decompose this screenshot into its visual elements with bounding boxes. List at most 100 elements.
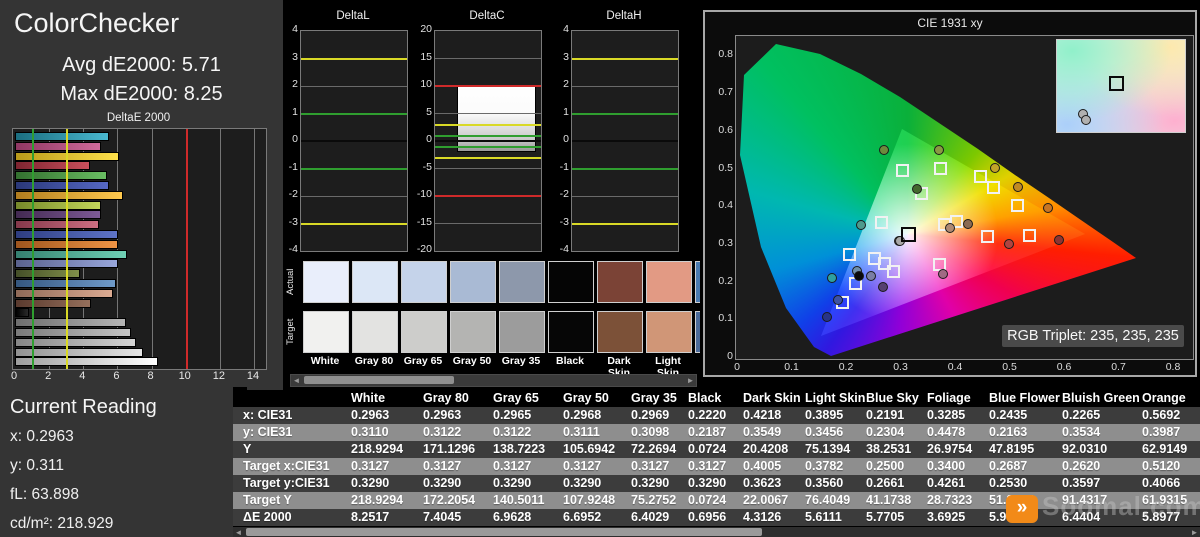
table-cell: 0.2969 (631, 408, 670, 422)
cie-target-square-marker (981, 229, 995, 243)
cie-y-tick-label: 0.4 (718, 199, 733, 212)
table-cell: 0.3127 (423, 459, 462, 473)
y-tick-label: -2 (559, 188, 569, 200)
table-header-cell: Dark Skin (743, 391, 801, 405)
table-cell: 0.5120 (1142, 459, 1181, 473)
cie-measured-circle-marker (826, 273, 837, 284)
target-swatch-0 (303, 311, 349, 353)
table-cell: 0.3456 (805, 425, 844, 439)
cie-x-tick-label: 0.5 (1002, 361, 1017, 373)
table-cell: 0.2968 (563, 408, 602, 422)
de-bar-cyan (15, 132, 110, 141)
table-cell: 0.3290 (631, 476, 670, 490)
table-cell: 8.2517 (351, 510, 390, 524)
cie-measured-circle-marker (934, 144, 945, 155)
cie-y-tick-label: 0.6 (718, 123, 733, 136)
scroll-right-arrow-icon[interactable]: ► (1189, 527, 1200, 537)
x-tick-label: 6 (113, 370, 120, 382)
table-cell: 5.9422 (989, 510, 1028, 524)
table-scrollbar[interactable]: ◄ ► (233, 527, 1200, 537)
target-swatch-1 (352, 311, 398, 353)
cie-y-tick-label: 0.7 (718, 86, 733, 99)
table-cell: 218.9294 (351, 493, 404, 507)
ref-line (435, 123, 541, 126)
table-cell: 0.4066 (1142, 476, 1181, 490)
table-cell: 0.3127 (351, 459, 390, 473)
x-tick-label: 8 (147, 370, 154, 382)
de-bar-green (15, 171, 108, 181)
ref-line-10 (185, 129, 188, 369)
table-cell: 3.6925 (927, 510, 966, 524)
ref-line (572, 167, 678, 170)
table-cell: 140.5011 (493, 493, 545, 507)
scroll-left-arrow-icon[interactable]: ◄ (291, 375, 302, 386)
cie-y-tick-label: 0.2 (718, 274, 733, 287)
table-cell: 0.3290 (423, 476, 462, 490)
swatch-column-label: Gray 80 (354, 355, 394, 367)
y-tick-label: -4 (559, 243, 569, 255)
table-cell: 0.2500 (866, 459, 905, 473)
scroll-right-arrow-icon[interactable]: ► (685, 375, 696, 386)
de-bar-gray-80 (15, 347, 144, 357)
de-bar-light-skin (15, 288, 113, 298)
cie-target-square-marker (874, 216, 888, 230)
swatch-column-label: Gray 65 (403, 355, 443, 367)
de-bar-magenta (15, 141, 101, 151)
table-cell: 0.2163 (989, 425, 1028, 439)
cie-target-square-marker (843, 247, 857, 261)
ref-line (572, 140, 678, 142)
table-cell: 51.2094 (989, 493, 1035, 507)
cie-x-tick-label: 0 (734, 361, 740, 373)
ref-line (435, 113, 541, 114)
cie-1931-panel: CIE 1931 xy RGB Triplet: 235, 235, 235 0… (703, 10, 1197, 377)
table-cell: 41.1738 (866, 493, 912, 507)
table-cell: 0.2963 (423, 408, 462, 422)
cie-x-tick-label: 0.8 (1165, 361, 1181, 373)
table-cell: 26.9754 (927, 442, 973, 456)
table-cell: 0.3597 (1062, 476, 1101, 490)
actual-swatch-8 (695, 261, 700, 303)
table-header-cell: Orange (1142, 391, 1186, 405)
y-tick-label: 5 (426, 105, 432, 118)
max-de2000-label: Max dE2000: 8.25 (60, 83, 223, 105)
table-cell: 0.2620 (1062, 459, 1101, 473)
scroll-left-arrow-icon[interactable]: ◄ (233, 527, 244, 537)
ref-line (572, 112, 678, 115)
actual-swatch-4 (499, 261, 545, 303)
table-cell: 0.2187 (688, 425, 727, 439)
swatch-scrollbar[interactable]: ◄ ► (290, 374, 697, 387)
table-cell: 6.4029 (631, 510, 670, 524)
table-cell: 4.3126 (743, 510, 782, 524)
current-reading-line: fL: 63.898 (10, 486, 79, 503)
y-tick-label: 3 (292, 50, 298, 63)
cie-y-tick-label: 0.1 (718, 312, 733, 325)
x-tick-label: 4 (79, 370, 86, 382)
de-bar-white (15, 357, 158, 367)
cie-y-tick-label: 0.8 (718, 48, 733, 61)
measurement-table: White Gray 80 Gray 65 Gray 50 Gray 35 Black Da… (233, 390, 1200, 537)
mini-chart-title: DeltaC (469, 10, 505, 22)
ref-line (572, 222, 678, 225)
swatch-scrollbar-thumb[interactable] (304, 376, 454, 384)
table-cell: 0.3111 (563, 425, 600, 439)
table-header-cell: Light Skin (805, 391, 866, 405)
table-header-cell: Gray 35 (631, 391, 677, 405)
table-row: Target y:CIE31 0.3290 0.3290 0.3290 0.3290 0.… (233, 475, 1200, 492)
table-cell: 0.3560 (805, 476, 844, 490)
table-row: Y 218.9294 171.1296 138.7223 105.6942 72.2694… (233, 441, 1200, 458)
table-cell: 0.2191 (866, 408, 905, 422)
target-swatch-8 (695, 311, 700, 353)
ref-line (301, 57, 407, 60)
table-scrollbar-thumb[interactable] (246, 528, 762, 536)
table-row-label: Target Y (243, 493, 292, 507)
cie-measured-circle-marker (821, 311, 832, 322)
cie-chart-title: CIE 1931 xy (917, 16, 983, 30)
cie-x-tick-label: 0.6 (1056, 361, 1072, 373)
ref-line (572, 85, 678, 87)
table-row-label: ΔE 2000 (243, 510, 292, 524)
cie-target-square-marker (896, 163, 910, 177)
cie-measured-circle-marker (937, 268, 948, 279)
table-cell: 0.2661 (866, 476, 905, 490)
cie-x-tick-label: 0.1 (784, 361, 799, 373)
table-cell: 138.7223 (493, 442, 546, 456)
